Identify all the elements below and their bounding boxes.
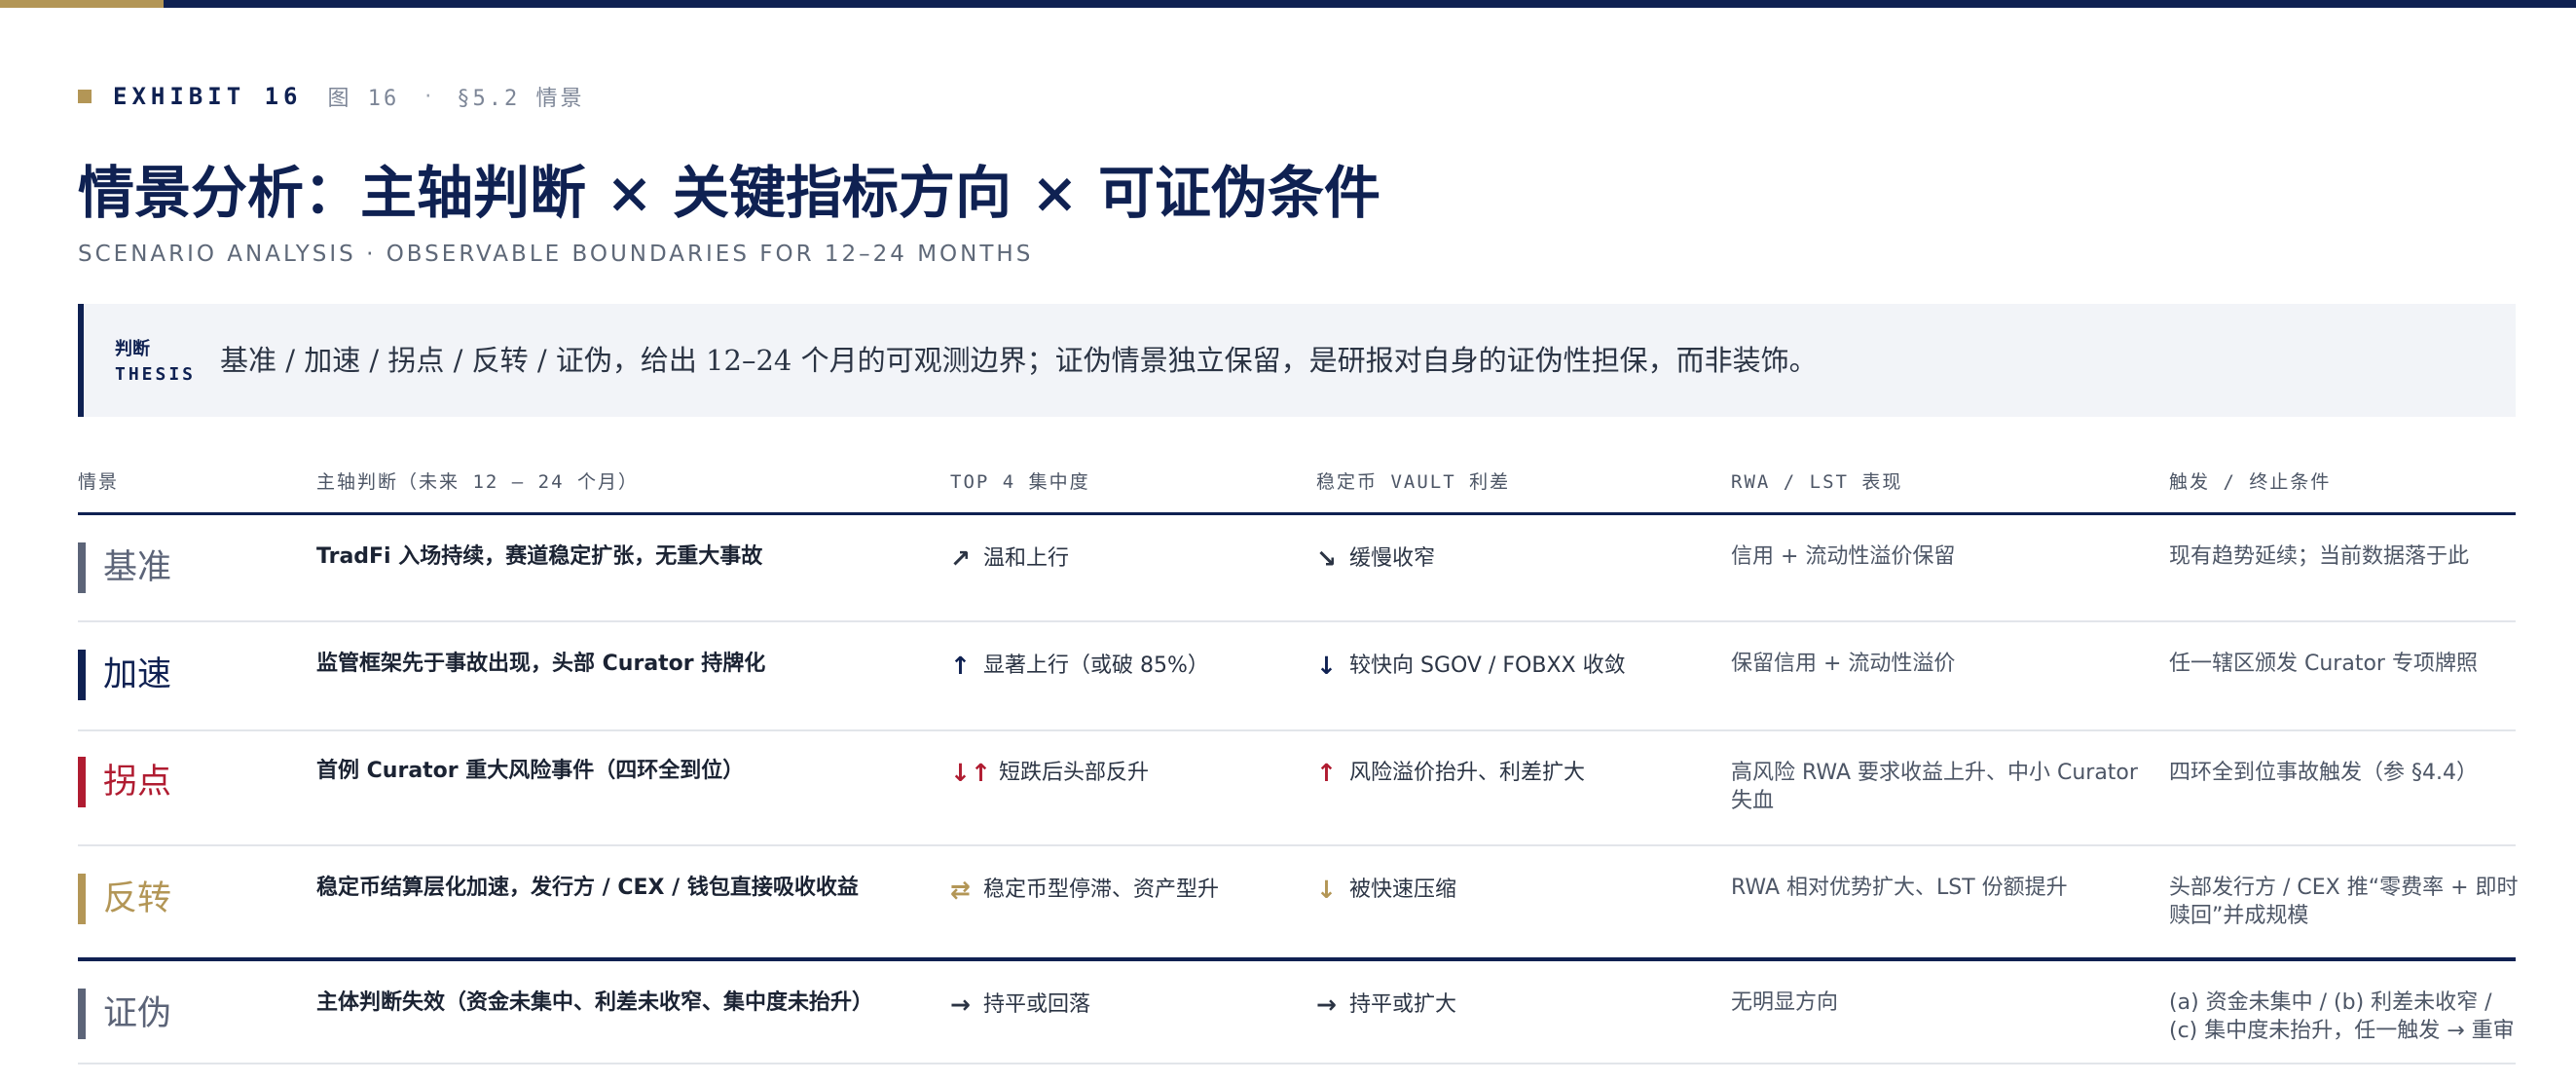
spread-direction: ↑ 风险溢价抬升、利差扩大 (1316, 759, 1585, 787)
scenario-color-bar (78, 650, 86, 700)
column-header-judgment: 主轴判断（未来 12 – 24 个月） (316, 471, 639, 493)
column-header-scenario: 情景 (78, 471, 120, 493)
scenario-judgment: 主体判断失效（资金未集中、利差未收窄、集中度未抬升） (316, 990, 874, 1015)
top4-direction-text: 稳定币型停滞、资产型升 (983, 878, 1220, 902)
column-header-rwa: RWA / LST 表现 (1731, 471, 1903, 493)
thesis-tag: 判断 THESIS (115, 337, 196, 388)
scenario-name: 证伪 (103, 994, 172, 1033)
scenario-judgment: 监管框架先于事故出现，头部 Curator 持牌化 (316, 652, 766, 676)
trigger-condition: 任一辖区颁发 Curator 专项牌照 (2169, 652, 2478, 676)
spread-direction: ↓ 较快向 SGOV / FOBXX 收敛 (1316, 652, 1626, 680)
scenario-name: 反转 (103, 879, 172, 918)
rwa-performance: 高风险 RWA 要求收益上升、中小 Curator 失血 (1731, 761, 2138, 813)
top4-direction: → 持平或回落 (950, 990, 1090, 1019)
trigger-condition: (a) 资金未集中 / (b) 利差未收窄 / (c) 集中度未抬升，任一触发 … (2169, 990, 2515, 1043)
trigger-condition: 头部发行方 / CEX 推“零费率 + 即时赎回”并成规模 (2169, 876, 2519, 928)
top4-direction-text: 显著上行（或破 85%） (983, 654, 1209, 678)
scenario-judgment: 首例 Curator 重大风险事件（四环全到位） (316, 759, 745, 783)
exhibit-label: EXHIBIT 16 (113, 83, 303, 110)
thesis-box: 判断 THESIS 基准 / 加速 / 拐点 / 反转 / 证伪，给出 12–2… (78, 304, 2516, 417)
table-row: 拐点 首例 Curator 重大风险事件（四环全到位） ↓↑ 短跌后头部反升 ↑… (78, 731, 2516, 846)
spread-direction: ↓ 被快速压缩 (1316, 876, 1456, 904)
rwa-performance: 无明显方向 (1731, 990, 1839, 1015)
arrow-up-icon: ↑ (950, 652, 971, 680)
thesis-tag-cn: 判断 (115, 339, 150, 359)
rwa-performance: RWA 相对优势扩大、LST 份额提升 (1731, 876, 2068, 900)
arrow-up-icon: ↑ (1316, 759, 1337, 787)
table-row: 基准 TradFi 入场持续，赛道稳定扩张，无重大事故 ↗ 温和上行 ↘ 缓慢收… (78, 513, 2516, 622)
page-subtitle: SCENARIO ANALYSIS · OBSERVABLE BOUNDARIE… (78, 242, 1034, 267)
top4-direction: ↗ 温和上行 (950, 544, 1069, 573)
spread-direction: ↘ 缓慢收窄 (1316, 544, 1435, 573)
exhibit-separator: · (424, 84, 432, 109)
table-header: 情景 主轴判断（未来 12 – 24 个月） TOP 4 集中度 稳定币 VAU… (78, 462, 2516, 515)
scenario-color-bar (78, 874, 86, 924)
exhibit-figure-number: 图 16 (327, 87, 400, 111)
spread-direction: → 持平或扩大 (1316, 990, 1456, 1019)
arrow-up-right-icon: ↗ (950, 544, 971, 573)
top-rule (0, 0, 2576, 8)
exhibit-square-icon (78, 90, 92, 103)
page-title: 情景分析：主轴判断 × 关键指标方向 × 可证伪条件 (78, 160, 1380, 226)
exhibit-section: §5.2 情景 (457, 87, 585, 111)
exhibit-header: EXHIBIT 16 图 16 · §5.2 情景 (78, 80, 584, 113)
spread-direction-text: 较快向 SGOV / FOBXX 收敛 (1349, 654, 1626, 678)
trigger-condition: 现有趋势延续；当前数据落于此 (2169, 544, 2470, 569)
top-rule-accent (0, 0, 164, 8)
arrow-down-up-icon: ↓↑ (950, 759, 991, 787)
scenario-name: 基准 (103, 548, 172, 587)
arrow-right-icon: → (1316, 990, 1337, 1019)
top4-direction: ⇄ 稳定币型停滞、资产型升 (950, 876, 1219, 904)
thesis-text: 基准 / 加速 / 拐点 / 反转 / 证伪，给出 12–24 个月的可观测边界… (220, 344, 1818, 377)
table-row: 加速 监管框架先于事故出现，头部 Curator 持牌化 ↑ 显著上行（或破 8… (78, 622, 2516, 731)
table-row: 证伪 主体判断失效（资金未集中、利差未收窄、集中度未抬升） → 持平或回落 → … (78, 961, 2516, 1064)
top4-direction-text: 温和上行 (983, 546, 1070, 571)
spread-direction-text: 持平或扩大 (1349, 992, 1457, 1017)
scenario-color-bar (78, 757, 86, 807)
top4-direction-text: 短跌后头部反升 (999, 761, 1150, 785)
scenario-color-bar (78, 989, 86, 1039)
column-header-spread: 稳定币 VAULT 利差 (1316, 471, 1511, 493)
top4-direction: ↓↑ 短跌后头部反升 (950, 759, 1149, 787)
scenario-judgment: 稳定币结算层化加速，发行方 / CEX / 钱包直接吸收收益 (316, 876, 859, 900)
spread-direction-text: 风险溢价抬升、利差扩大 (1349, 761, 1586, 785)
table-row: 反转 稳定币结算层化加速，发行方 / CEX / 钱包直接吸收收益 ⇄ 稳定币型… (78, 846, 2519, 961)
rwa-performance: 保留信用 + 流动性溢价 (1731, 652, 1956, 676)
scenario-judgment: TradFi 入场持续，赛道稳定扩张，无重大事故 (316, 544, 763, 569)
scenario-name: 拐点 (103, 763, 172, 802)
column-header-top4: TOP 4 集中度 (950, 471, 1090, 493)
rwa-performance: 信用 + 流动性溢价保留 (1731, 544, 1956, 569)
column-header-trigger: 触发 / 终止条件 (2169, 471, 2332, 493)
exchange-arrows-icon: ⇄ (950, 876, 971, 904)
arrow-down-right-icon: ↘ (1316, 544, 1337, 573)
trigger-condition: 四环全到位事故触发（参 §4.4） (2169, 761, 2478, 785)
thesis-tag-en: THESIS (115, 364, 197, 385)
thesis-accent-bar (78, 304, 84, 417)
spread-direction-text: 被快速压缩 (1349, 878, 1457, 902)
arrow-down-icon: ↓ (1316, 876, 1337, 904)
top4-direction-text: 持平或回落 (983, 992, 1091, 1017)
scenario-name: 加速 (103, 655, 172, 694)
arrow-right-icon: → (950, 990, 971, 1019)
spread-direction-text: 缓慢收窄 (1349, 546, 1436, 571)
top4-direction: ↑ 显著上行（或破 85%） (950, 652, 1209, 680)
scenario-color-bar (78, 542, 86, 593)
arrow-down-icon: ↓ (1316, 652, 1337, 680)
